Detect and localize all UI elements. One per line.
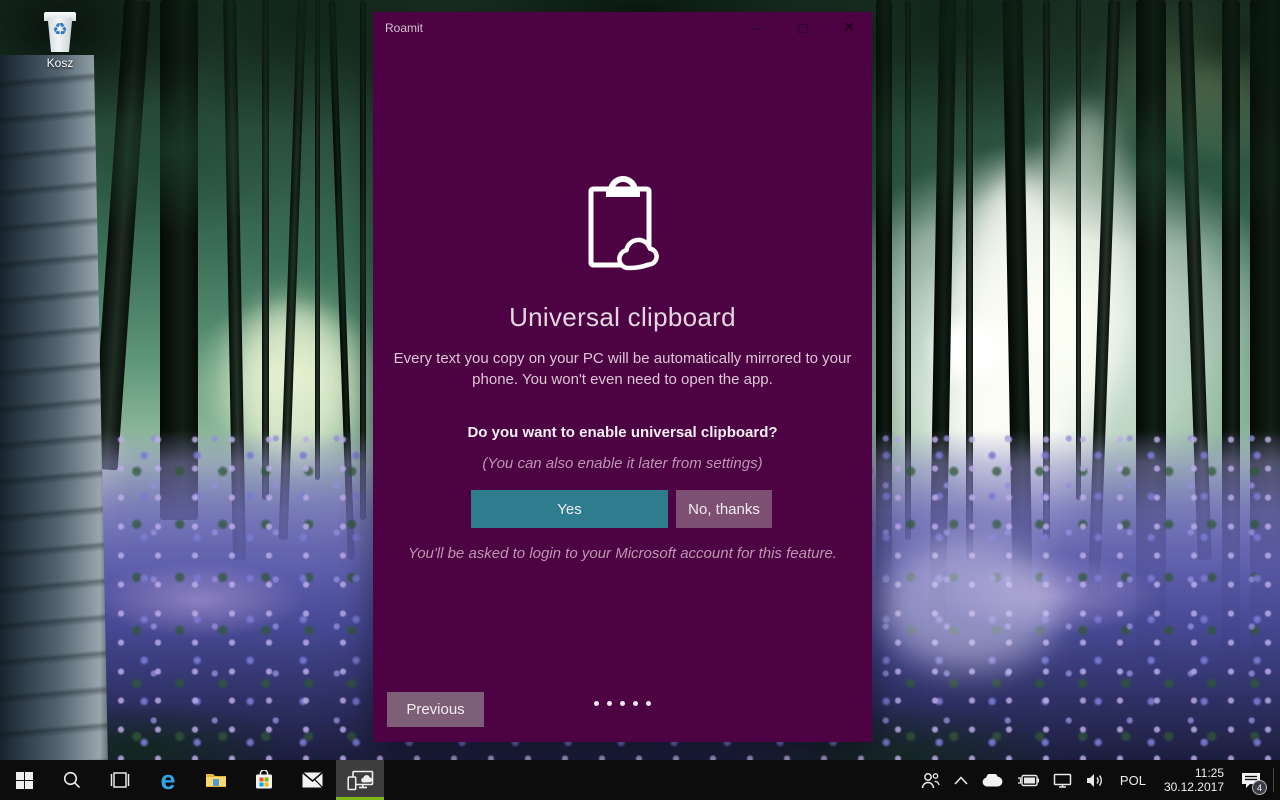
task-view-button[interactable] — [96, 760, 144, 800]
window-title: Roamit — [385, 21, 424, 35]
close-button[interactable]: × — [826, 12, 872, 44]
store-icon — [256, 770, 272, 789]
recycle-bin-label: Kosz — [46, 56, 74, 70]
start-button[interactable] — [0, 760, 48, 800]
clock[interactable]: 11:25 30.12.2017 — [1155, 766, 1233, 794]
show-hidden-icons-button[interactable] — [947, 760, 975, 800]
language-indicator[interactable]: POL — [1111, 773, 1155, 788]
clock-time: 11:25 — [1194, 766, 1224, 780]
light-mist — [880, 540, 1060, 670]
pc-phone-cloud-icon — [346, 770, 373, 790]
no-thanks-button[interactable]: No, thanks — [676, 490, 772, 528]
battery-charging-icon — [1017, 774, 1039, 786]
roamit-taskbar-button[interactable] — [336, 760, 384, 800]
folder-icon — [206, 774, 226, 787]
roamit-window: Roamit – □ × Universal clipboard Every t… — [373, 12, 872, 742]
clock-date: 30.12.2017 — [1163, 780, 1224, 794]
people-icon — [921, 772, 940, 788]
maximize-button[interactable]: □ — [780, 12, 826, 44]
file-explorer-button[interactable] — [192, 760, 240, 800]
account-note: You'll be asked to login to your Microso… — [408, 545, 837, 562]
recycle-bin-icon: ♻ — [38, 8, 82, 54]
onedrive-cloud-icon — [982, 773, 1003, 787]
yes-button[interactable]: Yes — [471, 490, 668, 528]
page-title: Universal clipboard — [509, 302, 736, 332]
edge-button[interactable]: e — [144, 760, 192, 800]
pagination-dot[interactable] — [607, 701, 612, 706]
notification-badge: 4 — [1252, 780, 1267, 795]
settings-note: (You can also enable it later from setti… — [482, 455, 763, 472]
pagination-dot[interactable] — [594, 701, 599, 706]
pagination-dots[interactable] — [373, 701, 872, 706]
taskbar: e POL 11:25 30.12.2017 4 — [0, 760, 1280, 800]
clipboard-cloud-icon — [588, 176, 659, 271]
task-view-icon — [110, 772, 130, 788]
search-button[interactable] — [48, 760, 96, 800]
desktop-icon-recycle-bin[interactable]: ♻ Kosz — [28, 8, 92, 70]
foreground-tree-trunk — [0, 55, 108, 765]
enable-question: Do you want to enable universal clipboar… — [467, 424, 778, 441]
desktop: ♻ Kosz Roamit – □ × Universal clipboard … — [0, 0, 1280, 800]
pagination-dot[interactable] — [646, 701, 651, 706]
people-button[interactable] — [914, 760, 947, 800]
chevron-up-icon — [954, 775, 968, 785]
action-center-button[interactable]: 4 — [1233, 760, 1273, 800]
onedrive-button[interactable] — [975, 760, 1010, 800]
minimize-button[interactable]: – — [734, 12, 780, 44]
search-icon — [63, 771, 81, 789]
pagination-dot[interactable] — [633, 701, 638, 706]
pagination-dot[interactable] — [620, 701, 625, 706]
network-icon — [1053, 773, 1072, 788]
volume-button[interactable] — [1079, 760, 1111, 800]
battery-button[interactable] — [1010, 760, 1046, 800]
network-button[interactable] — [1046, 760, 1079, 800]
previous-button[interactable]: Previous — [387, 692, 484, 727]
page-description: Every text you copy on your PC will be a… — [393, 350, 852, 388]
store-button[interactable] — [240, 760, 288, 800]
mail-button[interactable] — [288, 760, 336, 800]
edge-icon: e — [160, 764, 176, 795]
volume-icon — [1086, 773, 1102, 787]
windows-logo-icon — [15, 771, 33, 789]
taskbar-divider — [1273, 768, 1274, 792]
mail-icon — [301, 772, 323, 788]
